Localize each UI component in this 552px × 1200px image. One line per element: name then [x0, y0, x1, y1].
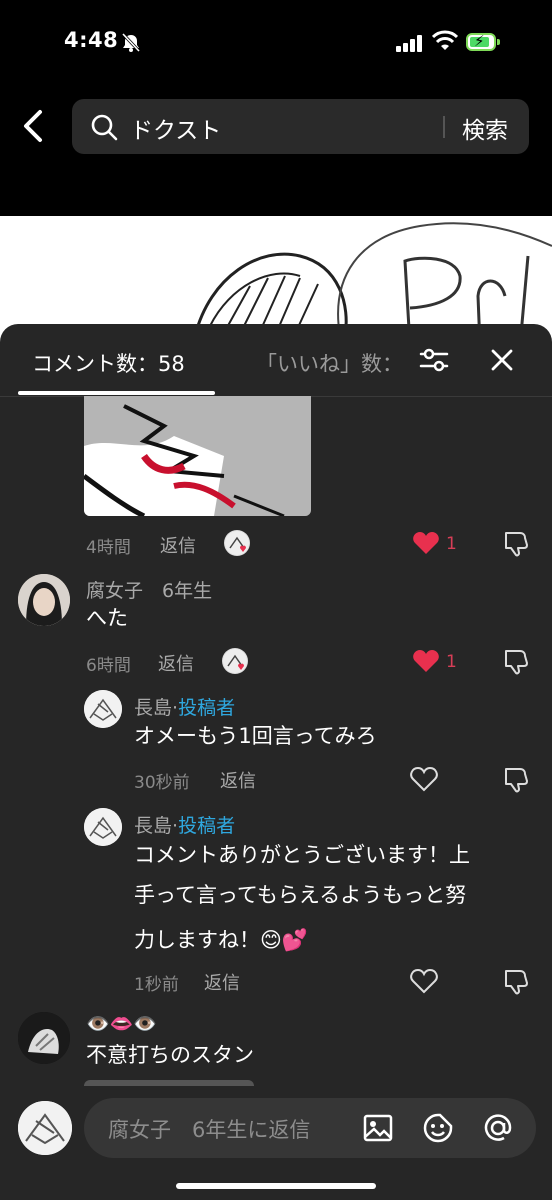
cellular-signal-icon: [396, 34, 424, 52]
comment-text: へた: [86, 606, 128, 630]
avatar[interactable]: [18, 1012, 70, 1064]
dislike-icon[interactable]: [502, 968, 530, 996]
silent-bell-icon: [121, 32, 141, 53]
current-user-avatar[interactable]: [18, 1101, 72, 1155]
comment-time: 6時間: [86, 656, 131, 676]
heart-outline-icon[interactable]: [410, 766, 438, 792]
like-count: 1: [446, 534, 457, 554]
mention-at-icon[interactable]: [482, 1112, 514, 1144]
comment-attached-image[interactable]: [84, 396, 311, 516]
reply-input[interactable]: 腐女子 6年生に返信: [84, 1098, 536, 1158]
sticker-emoji-icon[interactable]: [422, 1112, 454, 1144]
search-divider: [443, 116, 445, 138]
comment-text-line-3: 力しますね！😊💕: [134, 928, 309, 952]
search-icon: [91, 114, 118, 141]
avatar[interactable]: [84, 690, 122, 728]
tab-likes-count[interactable]: 「いいね」数：: [256, 348, 403, 378]
filter-sliders-icon[interactable]: [418, 346, 450, 374]
reply-button[interactable]: 返信: [220, 767, 256, 793]
heart-filled-icon[interactable]: [412, 531, 440, 555]
creator-liked-badge: [222, 648, 248, 674]
dislike-icon[interactable]: [502, 648, 530, 676]
comments-sheet: コメント数：58 「いいね」数： 4時間 返信 1 腐女子 6年生 へた 6時間…: [0, 324, 552, 1200]
reply-input-placeholder: 腐女子 6年生に返信: [108, 1118, 311, 1142]
avatar[interactable]: [84, 808, 122, 846]
battery-cap: [497, 39, 500, 45]
image-icon[interactable]: [362, 1112, 394, 1144]
search-button[interactable]: 検索: [462, 111, 508, 145]
comment-time: 30秒前: [134, 773, 190, 793]
comment-image-drawing: [84, 396, 311, 516]
like-count: 1: [446, 652, 457, 672]
comment-text: オメーもう1回言ってみろ: [134, 724, 377, 748]
reply-button[interactable]: 返信: [158, 650, 194, 676]
comment-time: 1秒前: [134, 975, 179, 995]
dislike-icon[interactable]: [502, 766, 530, 794]
comment-time: 4時間: [86, 538, 131, 558]
comment-text-line-2: 手って言ってもらえるようもっと努: [134, 883, 467, 907]
search-bar[interactable]: ドクスト 検索: [72, 99, 529, 154]
status-time: 4:48: [64, 28, 119, 52]
status-bar: 4:48 ⚡: [0, 0, 552, 90]
reply-button[interactable]: 返信: [160, 532, 196, 558]
reply-button[interactable]: 返信: [204, 969, 240, 995]
creator-liked-badge: [224, 530, 250, 556]
tab-underline: [18, 391, 215, 395]
back-chevron-icon[interactable]: [18, 108, 48, 144]
battery-icon: ⚡: [466, 32, 496, 51]
close-icon[interactable]: [488, 346, 516, 374]
heart-filled-icon[interactable]: [412, 649, 440, 673]
heart-outline-icon[interactable]: [410, 968, 438, 994]
comments-tabs: コメント数：58 「いいね」数：: [0, 324, 552, 397]
search-query[interactable]: ドクスト: [130, 111, 221, 145]
dislike-icon[interactable]: [502, 530, 530, 558]
tab-comment-count[interactable]: コメント数：58: [32, 348, 185, 378]
comment-text: 不意打ちのスタン: [86, 1043, 254, 1067]
wifi-icon: [432, 30, 458, 50]
avatar[interactable]: [18, 574, 70, 626]
home-indicator: [176, 1183, 376, 1189]
